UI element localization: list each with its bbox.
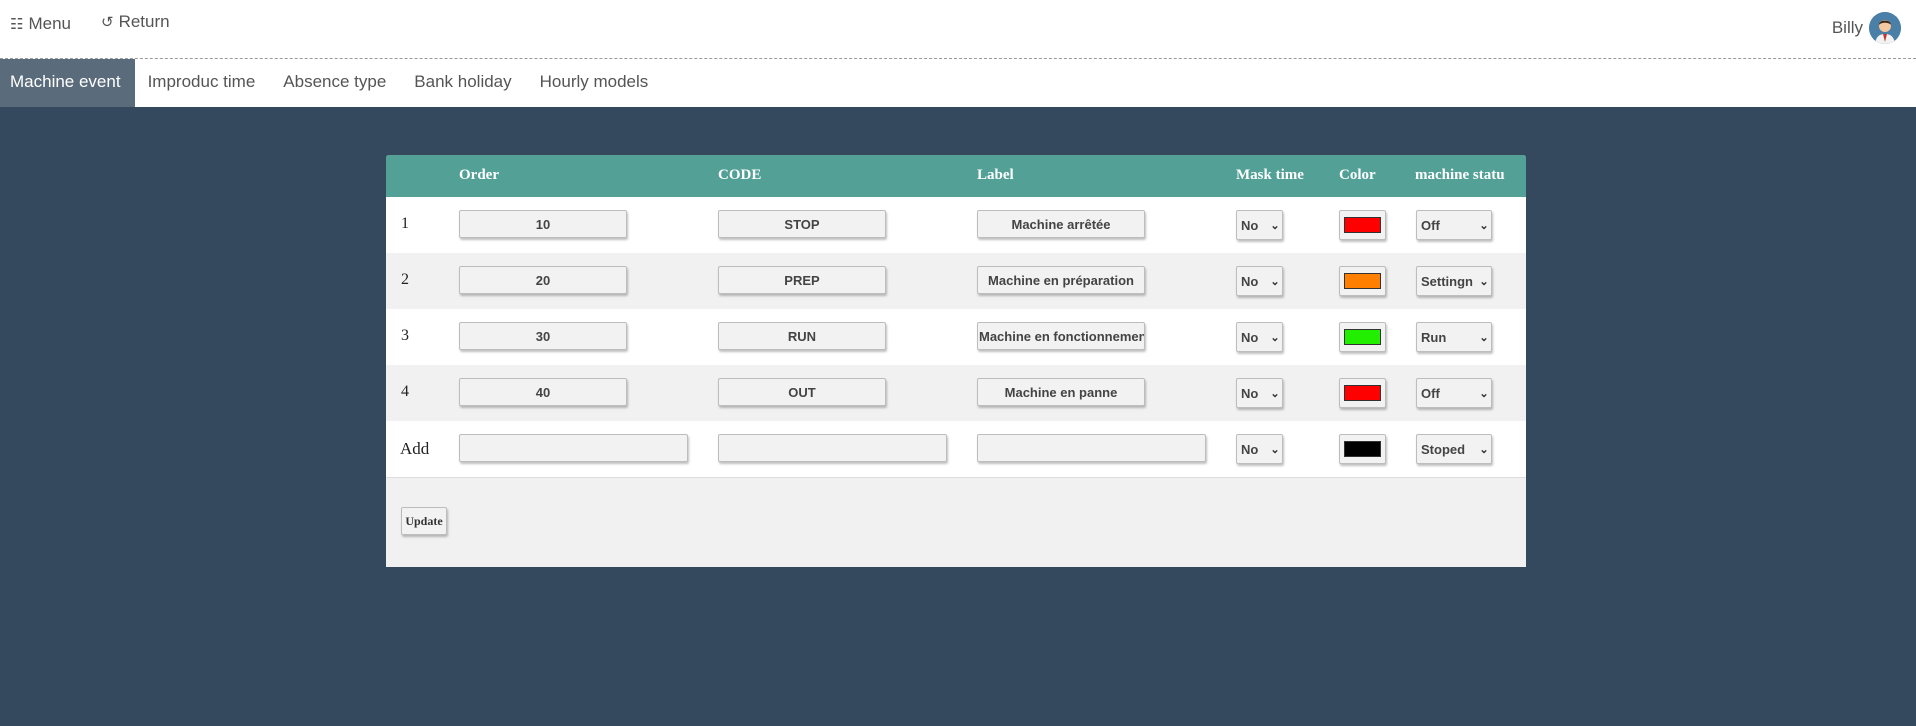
color-swatch	[1344, 441, 1381, 457]
color-swatch	[1344, 329, 1381, 345]
color-picker[interactable]	[1339, 322, 1386, 352]
machine-status-select[interactable]: Off ⌄	[1416, 210, 1492, 240]
chevron-down-icon: ⌄	[1479, 387, 1489, 400]
tab-hourly-models[interactable]: Hourly models	[526, 59, 663, 107]
code-field[interactable]: STOP	[718, 210, 886, 238]
chevron-down-icon: ⌄	[1479, 219, 1489, 232]
menu-label: Menu	[28, 14, 71, 33]
order-field[interactable]: 30	[459, 322, 627, 350]
table-row: 1 10 STOP Machine arrêtée No ⌄ Off ⌄	[386, 197, 1526, 254]
user-menu[interactable]: Billy	[1832, 11, 1901, 45]
header-code: CODE	[718, 167, 762, 183]
row-number: 1	[401, 215, 409, 232]
color-swatch	[1344, 385, 1381, 401]
add-row: Add No ⌄ Stoped ⌄	[386, 421, 1526, 478]
user-name: Billy	[1831, 18, 1863, 37]
grid-list-icon: ☷	[10, 16, 24, 33]
tab-bank-holiday[interactable]: Bank holiday	[400, 59, 525, 107]
mask-time-value: No	[1241, 329, 1259, 345]
table-row: 3 30 RUN Machine en fonctionnemen No ⌄ Ru…	[386, 309, 1526, 366]
header-mask-time: Mask time	[1236, 167, 1304, 183]
chevron-down-icon: ⌄	[1479, 443, 1489, 456]
header-label: Label	[977, 167, 1014, 183]
machine-status-value: Settingn	[1421, 273, 1473, 289]
code-field[interactable]: PREP	[718, 266, 886, 294]
mask-time-value: No	[1241, 385, 1259, 401]
color-swatch	[1344, 273, 1381, 289]
chevron-down-icon: ⌄	[1270, 331, 1280, 344]
order-field[interactable]: 10	[459, 210, 627, 238]
machine-status-value: Off	[1421, 217, 1440, 233]
machine-status-value: Run	[1421, 329, 1447, 345]
color-picker[interactable]	[1339, 378, 1386, 408]
machine-status-select[interactable]: Run ⌄	[1416, 322, 1492, 352]
color-swatch	[1344, 217, 1381, 233]
order-field[interactable]: 20	[459, 266, 627, 294]
refresh-arrow-icon: ↺	[101, 14, 114, 31]
add-row-label: Add	[400, 439, 430, 458]
update-button[interactable]: Update	[401, 507, 447, 535]
chevron-down-icon: ⌄	[1270, 443, 1280, 456]
label-field[interactable]: Machine arrêtée	[977, 210, 1145, 238]
machine-event-table: Order CODE Label Mask time Color machine…	[386, 155, 1526, 567]
mask-time-value: No	[1241, 441, 1259, 457]
chevron-down-icon: ⌄	[1270, 275, 1280, 288]
machine-status-value: Off	[1421, 385, 1440, 401]
top-bar: ☷ Menu ↺ Return Billy	[0, 0, 1916, 59]
table-header: Order CODE Label Mask time Color machine…	[386, 155, 1526, 197]
tab-improduc-time[interactable]: Improduc time	[135, 59, 270, 107]
menu-button[interactable]: ☷ Menu	[10, 14, 71, 34]
tab-absence-type[interactable]: Absence type	[269, 59, 400, 107]
mask-time-value: No	[1241, 217, 1259, 233]
new-label-input[interactable]	[977, 434, 1206, 462]
table-row: 2 20 PREP Machine en préparation No ⌄ Set…	[386, 253, 1526, 310]
label-field[interactable]: Machine en panne	[977, 378, 1145, 406]
row-number: 4	[401, 383, 409, 400]
header-color: Color	[1339, 167, 1376, 183]
avatar	[1869, 12, 1901, 44]
chevron-down-icon: ⌄	[1479, 331, 1489, 344]
mask-time-select[interactable]: No ⌄	[1236, 378, 1283, 408]
code-field[interactable]: RUN	[718, 322, 886, 350]
mask-time-select[interactable]: No ⌄	[1236, 322, 1283, 352]
new-mask-time-select[interactable]: No ⌄	[1236, 434, 1283, 464]
tab-bar: Machine event Improduc time Absence type…	[0, 59, 1916, 107]
row-number: 2	[401, 271, 409, 288]
new-machine-status-select[interactable]: Stoped ⌄	[1416, 434, 1492, 464]
chevron-down-icon: ⌄	[1270, 387, 1280, 400]
return-button[interactable]: ↺ Return	[101, 12, 170, 32]
machine-status-value: Stoped	[1421, 441, 1466, 457]
new-color-picker[interactable]	[1339, 434, 1386, 464]
label-field[interactable]: Machine en préparation	[977, 266, 1145, 294]
header-order: Order	[459, 167, 499, 183]
machine-status-select[interactable]: Off ⌄	[1416, 378, 1492, 408]
order-field[interactable]: 40	[459, 378, 627, 406]
machine-status-select[interactable]: Settingn ⌄	[1416, 266, 1492, 296]
header-machine-status: machine statu	[1415, 167, 1505, 183]
chevron-down-icon: ⌄	[1270, 219, 1280, 232]
label-field[interactable]: Machine en fonctionnemen	[977, 322, 1145, 350]
mask-time-select[interactable]: No ⌄	[1236, 266, 1283, 296]
color-picker[interactable]	[1339, 210, 1386, 240]
table-row: 4 40 OUT Machine en panne No ⌄ Off ⌄	[386, 365, 1526, 422]
tab-machine-event[interactable]: Machine event	[0, 59, 135, 107]
new-code-input[interactable]	[718, 434, 947, 462]
new-order-input[interactable]	[459, 434, 688, 462]
chevron-down-icon: ⌄	[1479, 275, 1489, 288]
mask-time-value: No	[1241, 273, 1259, 289]
code-field[interactable]: OUT	[718, 378, 886, 406]
row-number: 3	[401, 327, 409, 344]
mask-time-select[interactable]: No ⌄	[1236, 210, 1283, 240]
return-label: Return	[118, 12, 170, 31]
color-picker[interactable]	[1339, 266, 1386, 296]
